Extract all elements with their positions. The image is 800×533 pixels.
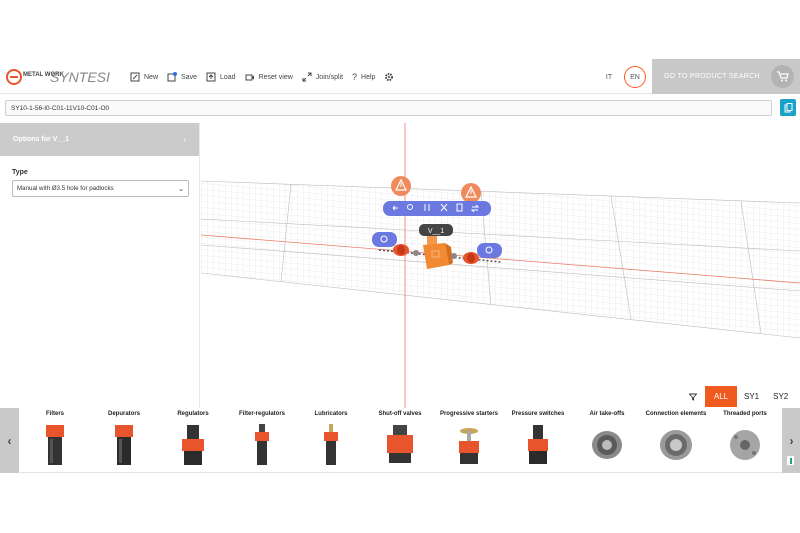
shutoff-valve-product-icon bbox=[387, 425, 413, 463]
reset-view-button[interactable]: Reset view bbox=[245, 72, 293, 82]
join-split-icon bbox=[302, 72, 312, 82]
options-header[interactable]: Options for V__1 › bbox=[0, 123, 199, 156]
copy-icon bbox=[784, 102, 792, 112]
category-filter-regulators[interactable]: Filter-regulators bbox=[227, 408, 297, 473]
warning-icon[interactable] bbox=[461, 183, 481, 203]
filter-sy2-button[interactable]: SY2 bbox=[766, 386, 795, 407]
chevron-right-icon: › bbox=[789, 433, 794, 448]
load-icon bbox=[206, 72, 216, 82]
left-port[interactable] bbox=[393, 244, 409, 256]
help-icon: ? bbox=[352, 72, 358, 82]
category-label: Depurators bbox=[107, 411, 140, 417]
category-carousel: ‹ Filters Depurators Regulators Filter-r… bbox=[0, 408, 800, 473]
link-handle-icon[interactable] bbox=[372, 232, 397, 247]
gear-icon bbox=[385, 73, 394, 81]
category-depurators[interactable]: Depurators bbox=[89, 408, 159, 473]
lubricator-product-icon bbox=[324, 424, 338, 465]
type-select-value: Manual with Ø3.5 hole for padlocks bbox=[17, 185, 114, 192]
chevron-right-icon: › bbox=[183, 135, 186, 144]
component-action-toolbar[interactable] bbox=[383, 201, 491, 216]
carousel-prev-button[interactable]: ‹ bbox=[0, 408, 19, 473]
load-label: Load bbox=[219, 73, 236, 81]
warning-icon[interactable] bbox=[391, 176, 411, 196]
new-button[interactable]: New bbox=[130, 72, 158, 82]
category-air-takeoffs[interactable]: Air take-offs bbox=[572, 408, 642, 473]
options-title: Options for V__1 bbox=[13, 136, 70, 143]
filter-all-button[interactable]: ALL bbox=[705, 386, 737, 407]
category-label: Regulators bbox=[177, 411, 209, 417]
product-search-label: GO TO PRODUCT SEARCH bbox=[664, 73, 760, 80]
category-filters[interactable]: Filters bbox=[20, 408, 90, 473]
category-lubricators[interactable]: Lubricators bbox=[296, 408, 366, 473]
category-label: Threaded ports bbox=[723, 411, 767, 417]
series-filter-group: ALL SY1 SY2 bbox=[681, 386, 796, 407]
funnel-filter-button[interactable] bbox=[681, 386, 705, 407]
type-select[interactable]: Manual with Ø3.5 hole for padlocks ⌄ bbox=[12, 180, 189, 197]
link-handle-icon[interactable] bbox=[477, 243, 502, 258]
3d-viewport[interactable]: V__1 bbox=[201, 123, 800, 408]
chevron-left-icon: ‹ bbox=[7, 433, 12, 448]
connection-element-product-icon bbox=[660, 430, 692, 460]
cart-icon[interactable] bbox=[771, 65, 794, 88]
filter-product-icon bbox=[46, 425, 64, 465]
language-en[interactable]: EN bbox=[624, 66, 646, 88]
brand-right: SYNTESI bbox=[50, 69, 110, 85]
pressure-switch-product-icon bbox=[528, 425, 548, 464]
reset-view-label: Reset view bbox=[258, 73, 293, 81]
progressive-starter-product-icon bbox=[459, 428, 479, 464]
category-shutoff-valves[interactable]: Shut-off valves bbox=[365, 408, 435, 473]
top-header: METAL WORK SYNTESI New Save Load Reset v… bbox=[0, 59, 800, 94]
right-port[interactable] bbox=[463, 252, 479, 264]
language-it[interactable]: IT bbox=[598, 66, 620, 88]
category-label: Pressure switches bbox=[511, 411, 565, 417]
category-label: Lubricators bbox=[314, 411, 348, 417]
toolbar: New Save Load Reset view Join/split ? He… bbox=[130, 69, 394, 85]
settings-button[interactable] bbox=[384, 72, 394, 82]
category-label: Shut-off valves bbox=[378, 411, 422, 417]
join-split-button[interactable]: Join/split bbox=[302, 72, 343, 82]
copy-button[interactable] bbox=[780, 99, 796, 116]
type-label: Type bbox=[12, 169, 28, 176]
category-label: Air take-offs bbox=[589, 411, 625, 417]
logo: METAL WORK SYNTESI bbox=[6, 69, 110, 85]
help-label: Help bbox=[361, 73, 376, 81]
options-panel: Options for V__1 › Type Manual with Ø3.5… bbox=[0, 123, 200, 408]
category-progressive-starters[interactable]: Progressive starters bbox=[434, 408, 504, 473]
load-button[interactable]: Load bbox=[206, 72, 236, 82]
syntesi-configurator: METAL WORK SYNTESI New Save Load Reset v… bbox=[0, 0, 800, 533]
join-split-label: Join/split bbox=[315, 73, 344, 81]
filter-sy1-button[interactable]: SY1 bbox=[737, 386, 766, 407]
air-takeoff-product-icon bbox=[592, 431, 622, 459]
product-code-field[interactable] bbox=[5, 100, 772, 116]
new-icon bbox=[130, 72, 140, 82]
regulator-product-icon bbox=[182, 425, 204, 465]
component-label: V__1 bbox=[428, 228, 444, 235]
category-regulators[interactable]: Regulators bbox=[158, 408, 228, 473]
filter-regulator-product-icon bbox=[255, 424, 269, 465]
product-search-button[interactable]: GO TO PRODUCT SEARCH bbox=[652, 59, 800, 94]
depurator-product-icon bbox=[115, 425, 133, 465]
threaded-port-product-icon bbox=[730, 430, 760, 460]
new-label: New bbox=[144, 73, 159, 81]
save-label: Save bbox=[181, 73, 197, 81]
save-button[interactable]: Save bbox=[167, 72, 197, 82]
category-pressure-switches[interactable]: Pressure switches bbox=[503, 408, 573, 473]
category-label: Progressive starters bbox=[439, 411, 499, 417]
camera-icon bbox=[245, 74, 254, 81]
save-icon bbox=[167, 72, 178, 82]
category-threaded-ports[interactable]: Threaded ports bbox=[710, 408, 780, 473]
chevron-down-icon: ⌄ bbox=[178, 185, 184, 193]
help-button[interactable]: ? Help bbox=[352, 72, 375, 82]
category-label: Connection elements bbox=[645, 411, 707, 417]
category-connection-elements[interactable]: Connection elements bbox=[641, 408, 711, 473]
viewport-canvas: V__1 bbox=[201, 123, 800, 408]
category-label: Filter-regulators bbox=[238, 411, 285, 417]
scrollbar-thumb[interactable] bbox=[786, 455, 795, 466]
funnel-icon bbox=[689, 393, 697, 401]
ground-grid bbox=[201, 181, 800, 338]
category-label: Filters bbox=[45, 411, 64, 417]
